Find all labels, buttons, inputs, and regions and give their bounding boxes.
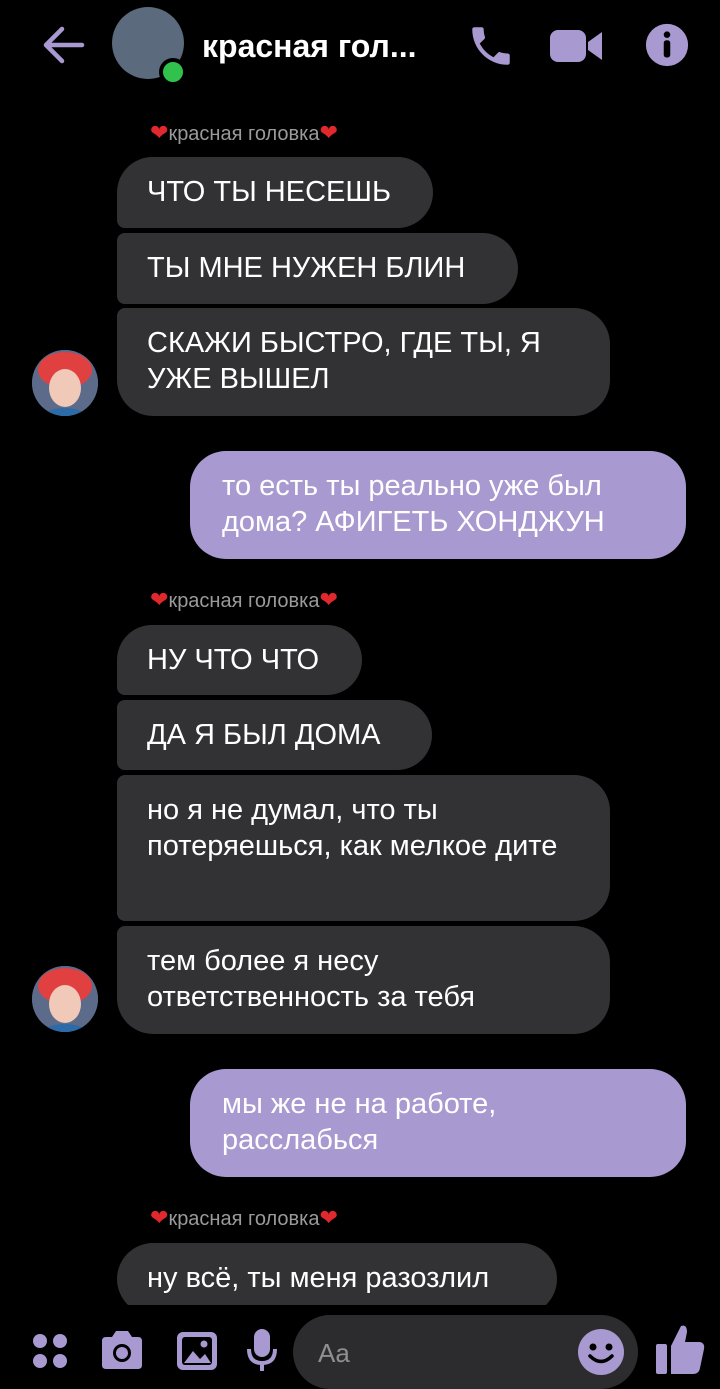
contact-avatar-small[interactable] bbox=[32, 350, 98, 416]
message-text: то есть ты реально уже был дома? АФИГЕТЬ… bbox=[222, 470, 605, 538]
incoming-message[interactable]: но я не думал, что ты потеряешься, как м… bbox=[117, 775, 610, 921]
heart-icon: ❤ bbox=[150, 1205, 169, 1230]
sender-label: ❤красная головка❤ bbox=[150, 120, 338, 146]
sender-label: ❤красная головка❤ bbox=[150, 1205, 338, 1231]
online-status-dot bbox=[159, 58, 187, 86]
message-text: СКАЖИ БЫСТРО, ГДЕ ТЫ, Я УЖЕ ВЫШЕЛ bbox=[147, 327, 541, 395]
phone-icon[interactable] bbox=[466, 21, 516, 71]
camera-icon[interactable] bbox=[98, 1329, 146, 1371]
sender-name: красная головка bbox=[168, 1208, 320, 1230]
sender-label: ❤красная головка❤ bbox=[150, 587, 338, 613]
outgoing-message[interactable]: то есть ты реально уже был дома? АФИГЕТЬ… bbox=[190, 451, 686, 559]
outgoing-message[interactable]: мы же не на работе, расслабься bbox=[190, 1069, 686, 1177]
video-camera-icon[interactable] bbox=[548, 26, 604, 66]
message-input-placeholder: Aa bbox=[318, 1338, 350, 1368]
info-icon[interactable] bbox=[644, 22, 690, 68]
incoming-message[interactable]: СКАЖИ БЫСТРО, ГДЕ ТЫ, Я УЖЕ ВЫШЕЛ bbox=[117, 308, 610, 416]
more-apps-icon[interactable] bbox=[30, 1331, 70, 1371]
contact-name[interactable]: красная гол... bbox=[202, 28, 417, 65]
contact-avatar-small[interactable] bbox=[32, 966, 98, 1032]
incoming-message[interactable]: НУ ЧТО ЧТО bbox=[117, 625, 362, 695]
emoji-icon[interactable] bbox=[576, 1327, 626, 1377]
message-text: тем более я несу ответственность за тебя bbox=[147, 945, 475, 1013]
incoming-message[interactable]: ТЫ МНЕ НУЖЕН БЛИН bbox=[117, 233, 518, 304]
message-text: ЧТО ТЫ НЕСЕШЬ bbox=[147, 176, 391, 208]
avatar-photo bbox=[32, 350, 98, 416]
heart-icon: ❤ bbox=[150, 120, 169, 145]
incoming-message[interactable]: ЧТО ТЫ НЕСЕШЬ bbox=[117, 157, 433, 228]
message-text: ну всё, ты меня разозлил bbox=[147, 1262, 490, 1294]
sender-name: красная головка bbox=[168, 123, 320, 145]
microphone-icon[interactable] bbox=[246, 1327, 278, 1373]
heart-icon: ❤ bbox=[319, 587, 338, 612]
gallery-icon[interactable] bbox=[175, 1330, 219, 1372]
chat-header: красная гол... bbox=[0, 0, 720, 95]
heart-icon: ❤ bbox=[319, 1205, 338, 1230]
incoming-message[interactable]: тем более я несу ответственность за тебя bbox=[117, 926, 610, 1034]
incoming-message[interactable]: ДА Я БЫЛ ДОМА bbox=[117, 700, 432, 770]
message-text: мы же не на работе, расслабься bbox=[222, 1088, 497, 1156]
message-text: но я не думал, что ты потеряешься, как м… bbox=[147, 794, 558, 862]
message-text: НУ ЧТО ЧТО bbox=[147, 644, 320, 676]
message-text: ДА Я БЫЛ ДОМА bbox=[147, 719, 381, 751]
heart-icon: ❤ bbox=[150, 587, 169, 612]
back-arrow-icon[interactable] bbox=[38, 22, 88, 68]
thumbs-up-icon[interactable] bbox=[654, 1322, 706, 1376]
sender-name: красная головка bbox=[168, 590, 320, 612]
avatar-photo bbox=[32, 966, 98, 1032]
message-text: ТЫ МНЕ НУЖЕН БЛИН bbox=[147, 252, 466, 284]
heart-icon: ❤ bbox=[319, 120, 338, 145]
